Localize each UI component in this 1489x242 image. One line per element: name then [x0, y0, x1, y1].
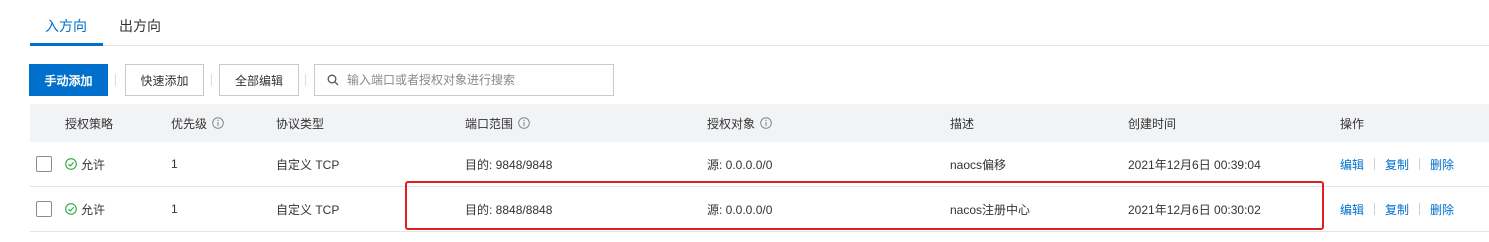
info-circle-icon[interactable]	[212, 117, 224, 129]
tab-inbound[interactable]: 入方向	[45, 16, 87, 36]
table-header: 授权策略 优先级 协议类型 端口范围 授权对象 描述 创建时间 操作	[30, 104, 1489, 142]
copy-link[interactable]: 复制	[1385, 156, 1409, 173]
policy-label: 允许	[81, 202, 106, 217]
action-divider	[1419, 158, 1421, 170]
quick-add-button[interactable]: 快速添加	[125, 64, 204, 96]
header-port-range-label: 端口范围	[465, 116, 514, 131]
active-tab-indicator	[30, 43, 103, 46]
priority-cell: 1	[171, 202, 178, 216]
check-circle-icon	[65, 203, 77, 215]
protocol-cell: 自定义 TCP	[276, 157, 340, 172]
table-row: 允许 1 自定义 TCP 目的: 9848/9848 源: 0.0.0.0/0 …	[30, 142, 1489, 187]
header-created: 创建时间	[1128, 116, 1177, 131]
row-checkbox[interactable]	[36, 201, 52, 217]
check-circle-icon	[65, 158, 77, 170]
direction-tabs: 入方向 出方向	[30, 0, 1489, 46]
search-input[interactable]	[347, 73, 597, 87]
policy-label: 允许	[81, 157, 106, 172]
policy-cell: 允许	[65, 142, 105, 186]
created-cell: 2021年12月6日 00:30:02	[1128, 202, 1261, 217]
port-range-cell: 目的: 9848/9848	[465, 157, 553, 172]
header-auth-object-label: 授权对象	[707, 116, 756, 131]
policy-cell: 允许	[65, 187, 105, 231]
toolbar: 手动添加 快速添加 全部编辑	[29, 64, 629, 96]
header-priority-label: 优先级	[171, 116, 208, 131]
toolbar-divider	[115, 74, 116, 86]
action-divider	[1419, 203, 1421, 215]
auth-object-cell: 源: 0.0.0.0/0	[707, 202, 773, 217]
row-checkbox[interactable]	[36, 156, 52, 172]
info-circle-icon[interactable]	[518, 117, 530, 129]
rules-table: 授权策略 优先级 协议类型 端口范围 授权对象 描述 创建时间 操作 允许 1 …	[30, 104, 1489, 232]
toolbar-divider	[305, 74, 306, 86]
header-auth-object: 授权对象	[707, 104, 772, 142]
toolbar-divider	[211, 74, 212, 86]
header-priority: 优先级	[171, 104, 224, 142]
priority-cell: 1	[171, 157, 178, 171]
actions-cell: 编辑 复制 删除	[1340, 142, 1454, 186]
description-cell: nacos注册中心	[950, 202, 1031, 217]
edit-all-button[interactable]: 全部编辑	[219, 64, 299, 96]
header-policy: 授权策略	[65, 116, 114, 131]
manual-add-button[interactable]: 手动添加	[29, 64, 108, 96]
action-divider	[1374, 158, 1376, 170]
auth-object-cell: 源: 0.0.0.0/0	[707, 157, 773, 172]
action-divider	[1374, 203, 1376, 215]
header-port-range: 端口范围	[465, 104, 530, 142]
header-description: 描述	[950, 116, 975, 131]
protocol-cell: 自定义 TCP	[276, 202, 340, 217]
header-actions: 操作	[1340, 116, 1365, 131]
delete-link[interactable]: 删除	[1430, 201, 1454, 218]
delete-link[interactable]: 删除	[1430, 156, 1454, 173]
created-cell: 2021年12月6日 00:39:04	[1128, 157, 1261, 172]
search-box[interactable]	[314, 64, 614, 96]
port-range-cell: 目的: 8848/8848	[465, 202, 553, 217]
description-cell: naocs偏移	[950, 157, 1007, 172]
copy-link[interactable]: 复制	[1385, 201, 1409, 218]
table-row: 允许 1 自定义 TCP 目的: 8848/8848 源: 0.0.0.0/0 …	[30, 187, 1489, 232]
info-circle-icon[interactable]	[760, 117, 772, 129]
search-icon	[327, 74, 339, 86]
tab-outbound[interactable]: 出方向	[119, 16, 161, 36]
header-protocol: 协议类型	[276, 116, 325, 131]
edit-link[interactable]: 编辑	[1340, 201, 1364, 218]
actions-cell: 编辑 复制 删除	[1340, 187, 1454, 231]
edit-link[interactable]: 编辑	[1340, 156, 1364, 173]
